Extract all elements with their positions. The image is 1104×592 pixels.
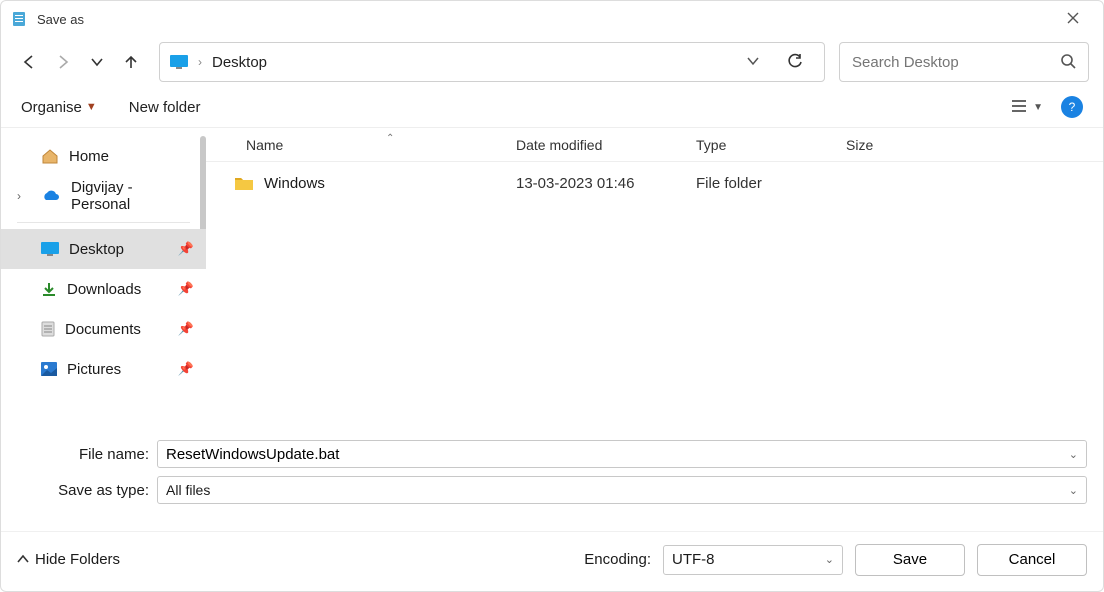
sort-up-icon: ⌃: [386, 133, 394, 144]
pin-icon: 📌: [178, 361, 194, 377]
pin-icon: 📌: [178, 241, 194, 257]
sidebar-label: Downloads: [67, 281, 141, 298]
savetype-label: Save as type:: [17, 482, 157, 499]
chevron-right-icon[interactable]: ›: [17, 189, 21, 203]
recent-chevron-down-icon[interactable]: [83, 48, 111, 76]
folder-icon: [234, 175, 254, 191]
sidebar-item-downloads[interactable]: Downloads 📌: [1, 269, 206, 309]
sidebar: Home › Digvijay - Personal Desktop 📌 Dow…: [1, 128, 206, 425]
sidebar-item-pictures[interactable]: Pictures 📌: [1, 349, 206, 389]
new-folder-button[interactable]: New folder: [129, 99, 201, 116]
savetype-field[interactable]: All files ⌄: [157, 476, 1087, 504]
cloud-icon: [41, 189, 61, 203]
chevron-right-icon: ›: [198, 55, 202, 69]
list-icon: [1011, 99, 1027, 116]
refresh-icon[interactable]: [776, 43, 814, 81]
desktop-icon: [41, 242, 59, 256]
document-icon: [41, 321, 55, 337]
sidebar-item-home[interactable]: Home: [1, 136, 206, 176]
encoding-label: Encoding:: [584, 551, 651, 568]
file-pane: Name⌃ Date modified Type Size Windows 13…: [206, 128, 1103, 425]
column-date[interactable]: Date modified: [516, 137, 696, 153]
toolbar: Organise ▼ New folder ▼ ?: [1, 87, 1103, 127]
chevron-up-icon: [17, 551, 29, 568]
breadcrumb-location[interactable]: Desktop: [212, 54, 267, 71]
sidebar-label: Digvijay - Personal: [71, 179, 192, 213]
caret-down-icon: ▼: [1033, 102, 1043, 113]
encoding-value: UTF-8: [672, 551, 715, 568]
caret-down-icon: ▼: [86, 101, 97, 113]
separator: [17, 222, 190, 223]
view-options-button[interactable]: ▼: [1011, 99, 1043, 116]
column-type[interactable]: Type: [696, 137, 846, 153]
filename-input[interactable]: [166, 446, 1069, 463]
download-icon: [41, 281, 57, 297]
sidebar-item-desktop[interactable]: Desktop 📌: [1, 229, 206, 269]
bottom-bar: Hide Folders Encoding: UTF-8 ⌄ Save Canc…: [1, 531, 1103, 587]
desktop-icon: [170, 55, 188, 69]
savetype-value: All files: [166, 482, 210, 498]
search-field[interactable]: [839, 42, 1089, 82]
row-date: 13-03-2023 01:46: [516, 175, 696, 192]
hide-folders-label: Hide Folders: [35, 551, 120, 568]
title-bar: Save as: [1, 1, 1103, 37]
back-icon[interactable]: [15, 48, 43, 76]
new-folder-label: New folder: [129, 99, 201, 116]
encoding-select[interactable]: UTF-8 ⌄: [663, 545, 843, 575]
filename-label: File name:: [17, 446, 157, 463]
organise-menu[interactable]: Organise ▼: [21, 99, 97, 116]
filename-field[interactable]: ⌄: [157, 440, 1087, 468]
notepad-icon: [11, 11, 27, 27]
pin-icon: 📌: [178, 321, 194, 337]
hide-folders-button[interactable]: Hide Folders: [17, 551, 120, 568]
save-button[interactable]: Save: [855, 544, 965, 576]
column-headers[interactable]: Name⌃ Date modified Type Size: [206, 128, 1103, 162]
sidebar-label: Home: [69, 148, 109, 165]
organise-label: Organise: [21, 99, 82, 116]
main-area: Home › Digvijay - Personal Desktop 📌 Dow…: [1, 127, 1103, 425]
row-name: Windows: [264, 175, 325, 192]
column-size[interactable]: Size: [846, 137, 1103, 153]
chevron-down-icon[interactable]: ⌄: [1069, 448, 1078, 461]
close-icon[interactable]: [1053, 11, 1093, 28]
sidebar-label: Desktop: [69, 241, 124, 258]
search-icon[interactable]: [1060, 53, 1076, 72]
chevron-down-icon[interactable]: ⌄: [825, 553, 834, 566]
column-name[interactable]: Name⌃: [206, 137, 516, 153]
address-bar[interactable]: › Desktop: [159, 42, 825, 82]
nav-row: › Desktop: [1, 37, 1103, 87]
table-row[interactable]: Windows 13-03-2023 01:46 File folder: [206, 162, 1103, 204]
up-icon[interactable]: [117, 48, 145, 76]
sidebar-item-documents[interactable]: Documents 📌: [1, 309, 206, 349]
chevron-down-icon[interactable]: ⌄: [1069, 484, 1078, 497]
row-type: File folder: [696, 175, 846, 192]
search-input[interactable]: [852, 54, 1060, 71]
home-icon: [41, 148, 59, 164]
forward-icon[interactable]: [49, 48, 77, 76]
pictures-icon: [41, 362, 57, 376]
pin-icon: 📌: [178, 281, 194, 297]
cancel-button[interactable]: Cancel: [977, 544, 1087, 576]
save-fields: File name: ⌄ Save as type: All files ⌄: [1, 425, 1103, 513]
window-title: Save as: [37, 12, 1053, 27]
sidebar-label: Pictures: [67, 361, 121, 378]
sidebar-label: Documents: [65, 321, 141, 338]
sidebar-item-onedrive[interactable]: › Digvijay - Personal: [1, 176, 206, 216]
help-icon[interactable]: ?: [1061, 96, 1083, 118]
chevron-down-icon[interactable]: [746, 54, 760, 71]
